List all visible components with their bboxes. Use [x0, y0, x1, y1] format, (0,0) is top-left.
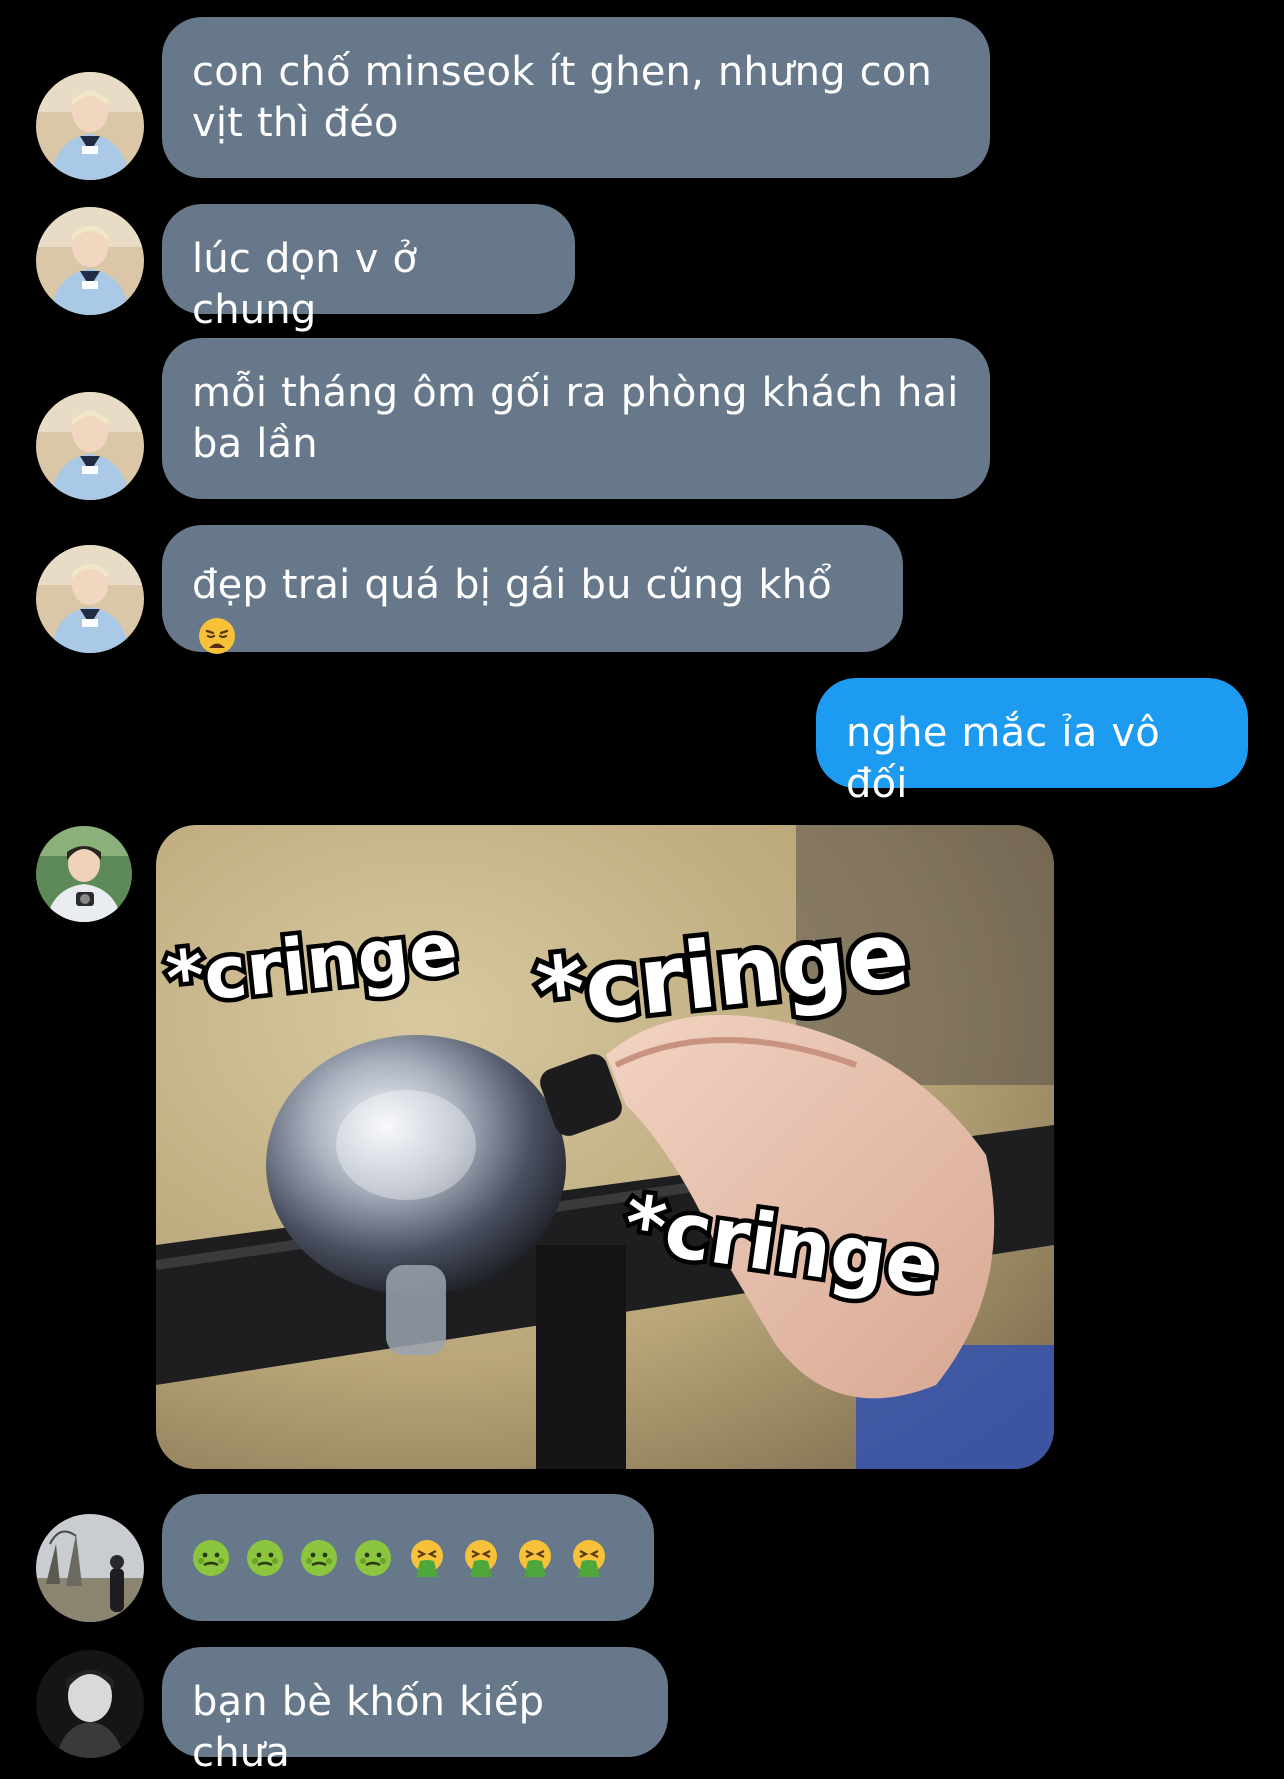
nauseated-face-icon — [246, 1539, 284, 1577]
message-text: bạn bè khốn kiếp chưa — [192, 1679, 545, 1776]
message-text: đẹp trai quá bị gái bu cũng khổ — [192, 562, 832, 608]
incoming-message-bubble[interactable]: con chố minseok ít ghen, nhưng con vịt t… — [162, 17, 990, 178]
avatar-photo-icon — [36, 1650, 144, 1758]
vomiting-face-icon — [570, 1539, 608, 1577]
avatar[interactable] — [36, 1650, 144, 1758]
incoming-message-bubble[interactable]: bạn bè khốn kiếp chưa — [162, 1647, 668, 1776]
nauseated-face-icon — [300, 1539, 338, 1577]
incoming-message-bubble[interactable]: đẹp trai quá bị gái bu cũng khổ — [162, 525, 903, 655]
incoming-message-bubble[interactable] — [162, 1494, 654, 1621]
message-text: con chố minseok ít ghen, nhưng con vịt t… — [192, 49, 933, 146]
message-text: nghe mắc ỉa vô đối — [846, 710, 1160, 807]
avatar-photo-icon — [36, 72, 144, 180]
avatar[interactable] — [36, 207, 144, 315]
meme-image[interactable]: *cringe *cringe *cringe — [156, 825, 1054, 1469]
avatar[interactable] — [36, 826, 132, 922]
message-text: mỗi tháng ôm gối ra phòng khách hai ba l… — [192, 370, 959, 467]
vomiting-face-icon — [462, 1539, 500, 1577]
nauseated-face-icon — [354, 1539, 392, 1577]
bicycle-bell-meme-icon: *cringe *cringe *cringe — [156, 825, 1054, 1469]
nauseated-face-icon — [192, 1539, 230, 1577]
avatar-photo-icon — [36, 1514, 144, 1622]
incoming-message-bubble[interactable]: lúc dọn v ở chung — [162, 204, 575, 333]
avatar[interactable] — [36, 392, 144, 500]
avatar-photo-icon — [36, 545, 144, 653]
avatar-photo-icon — [36, 826, 132, 922]
avatar[interactable] — [36, 72, 144, 180]
weary-face-icon — [198, 617, 236, 655]
avatar[interactable] — [36, 545, 144, 653]
vomiting-face-icon — [516, 1539, 554, 1577]
avatar[interactable] — [36, 1514, 144, 1622]
outgoing-message-bubble[interactable]: nghe mắc ỉa vô đối — [816, 678, 1248, 807]
message-text: lúc dọn v ở chung — [192, 236, 418, 333]
avatar-photo-icon — [36, 207, 144, 315]
incoming-message-bubble[interactable]: mỗi tháng ôm gối ra phòng khách hai ba l… — [162, 338, 990, 499]
emoji-list — [192, 1494, 624, 1621]
avatar-photo-icon — [36, 392, 144, 500]
vomiting-face-icon — [408, 1539, 446, 1577]
